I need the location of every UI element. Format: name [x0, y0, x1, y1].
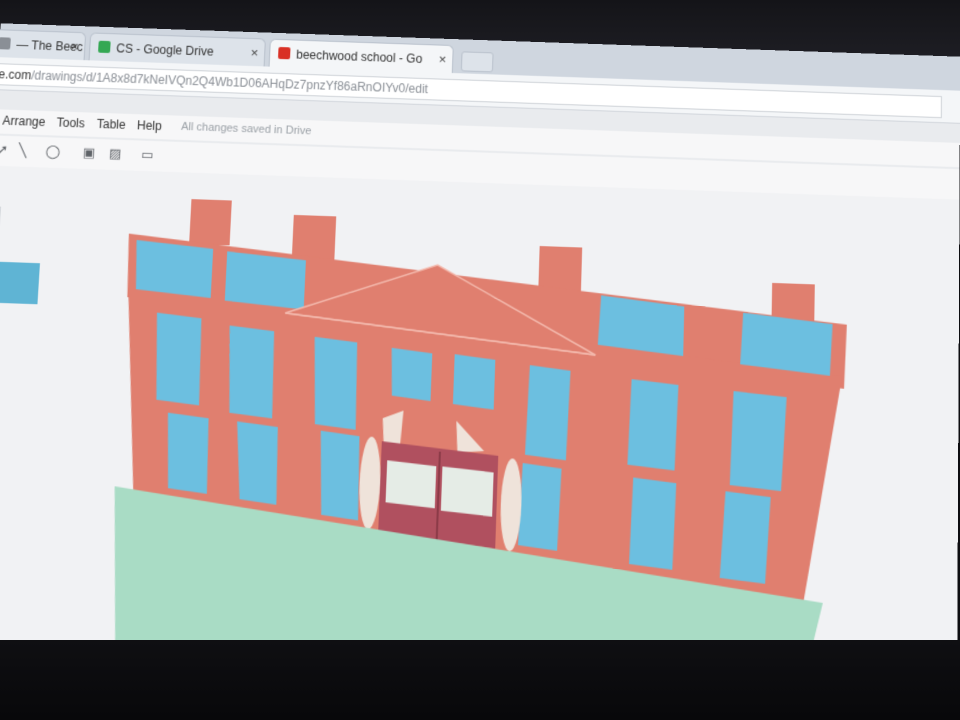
tab-favicon-icon	[0, 37, 11, 50]
window[interactable]	[719, 491, 771, 584]
window[interactable]	[133, 239, 214, 299]
google-drive-icon	[98, 40, 111, 54]
window[interactable]	[627, 379, 679, 471]
image-icon[interactable]: ▨	[107, 145, 124, 162]
url-path: /drawings/d/1A8x8d7kNeIVQn2Q4Wb1D06AHqDz…	[30, 68, 429, 97]
tab-label: beechwood school - Go	[295, 47, 423, 66]
window[interactable]	[452, 354, 496, 410]
close-icon[interactable]: ×	[250, 39, 259, 67]
menu-help[interactable]: Help	[137, 118, 163, 133]
save-status: All changes saved in Drive	[180, 120, 312, 138]
window[interactable]	[224, 251, 307, 310]
google-drawings-icon	[277, 46, 291, 60]
window[interactable]	[389, 347, 433, 402]
chimney[interactable]	[291, 214, 337, 262]
chimney[interactable]	[538, 246, 583, 293]
drawing-canvas[interactable]	[0, 165, 960, 679]
line-icon[interactable]: ╲	[14, 142, 31, 159]
comment-icon[interactable]: ▭	[139, 147, 156, 164]
window[interactable]	[729, 391, 787, 492]
menu-arrange[interactable]: Arrange	[2, 114, 46, 130]
tab-beechwood-school[interactable]: beechwood school - Go ×	[268, 38, 454, 74]
door-glass[interactable]	[440, 466, 494, 517]
close-icon[interactable]: ×	[70, 33, 79, 61]
window[interactable]	[225, 325, 277, 419]
monitor-bezel-bottom	[0, 640, 960, 720]
text-box-icon[interactable]: ▣	[81, 145, 98, 162]
tab-label: CS - Google Drive	[115, 41, 214, 59]
menu-tools[interactable]: Tools	[56, 115, 85, 130]
window[interactable]	[310, 336, 360, 430]
window[interactable]	[152, 312, 204, 406]
window[interactable]	[316, 430, 362, 521]
window[interactable]	[628, 477, 677, 570]
new-tab-button[interactable]	[460, 51, 494, 73]
window[interactable]	[517, 462, 562, 551]
close-icon[interactable]: ×	[438, 46, 447, 74]
school-drawing	[101, 199, 848, 679]
tab-beech[interactable]: — The Beec ×	[0, 28, 87, 61]
window[interactable]	[524, 365, 571, 461]
door-glass[interactable]	[385, 460, 437, 509]
window[interactable]	[233, 421, 281, 505]
window[interactable]	[163, 412, 211, 494]
menu-table[interactable]: Table	[96, 117, 126, 132]
shape-icon[interactable]: ◯	[44, 143, 61, 160]
chimney[interactable]	[189, 199, 232, 246]
url-host: e.com	[0, 67, 32, 83]
screen: — The Beec × CS - Google Drive × beechwo…	[0, 23, 960, 679]
select-arrow-icon[interactable]: ➚	[0, 142, 11, 159]
